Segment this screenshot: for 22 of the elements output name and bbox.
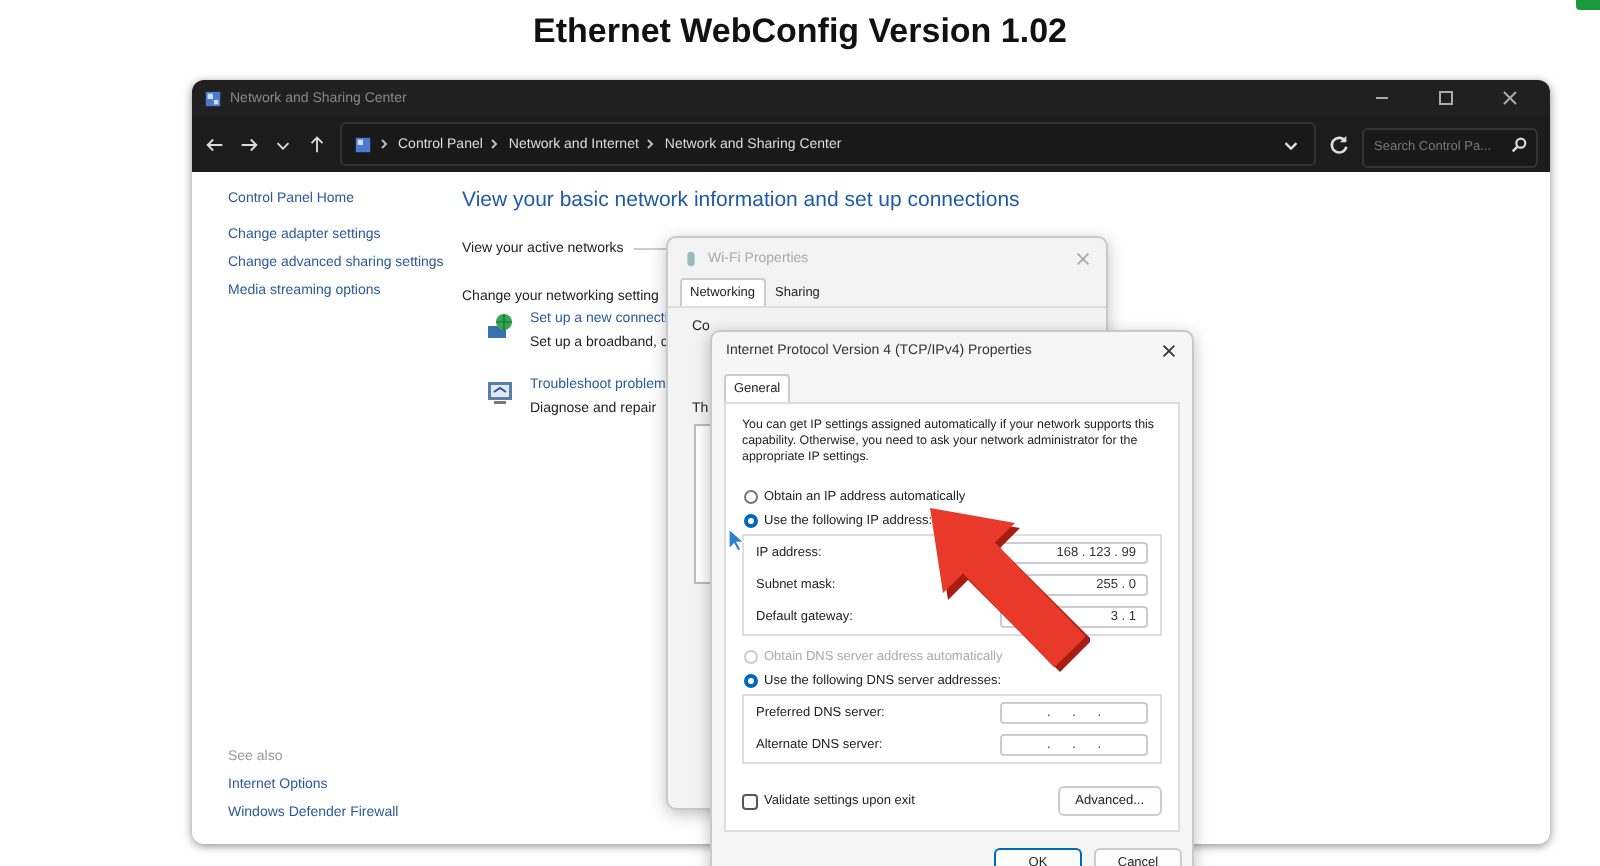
close-icon[interactable] xyxy=(1160,342,1178,360)
page-heading: View your basic network information and set up connections xyxy=(462,188,1020,212)
monitor-icon xyxy=(486,378,514,406)
search-icon[interactable] xyxy=(1510,135,1528,153)
back-arrow-icon[interactable] xyxy=(204,133,226,155)
control-panel-icon xyxy=(354,135,372,153)
refresh-icon[interactable] xyxy=(1328,133,1350,155)
wifi-adapter-icon xyxy=(682,249,700,267)
up-arrow-icon[interactable] xyxy=(306,133,328,155)
chevron-icon xyxy=(646,138,657,150)
radio-button[interactable] xyxy=(744,674,758,689)
network-globe-icon xyxy=(486,312,514,340)
page-title: Ethernet WebConfig Version 1.02 xyxy=(530,12,1070,52)
close-icon[interactable] xyxy=(1500,88,1520,108)
control-panel-icon xyxy=(204,89,222,107)
chevron-icon xyxy=(490,138,501,150)
radio-button[interactable] xyxy=(744,490,758,505)
maximize-icon[interactable] xyxy=(1436,88,1456,108)
chevron-icon xyxy=(380,138,390,150)
forward-arrow-icon[interactable] xyxy=(238,133,260,155)
radio-button[interactable] xyxy=(744,514,758,529)
checkbox[interactable] xyxy=(742,793,758,810)
